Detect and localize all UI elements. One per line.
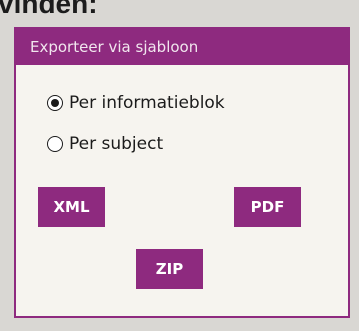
option-label: Per informatieblok (69, 93, 225, 113)
option-per-subject[interactable]: Per subject (47, 134, 163, 154)
xml-button[interactable]: XML (38, 187, 105, 227)
radio-button-checked[interactable] (47, 95, 63, 111)
option-label: Per subject (69, 134, 164, 154)
dialog-title: Exporteer via sjabloon (16, 29, 348, 65)
export-template-dialog: Exporteer via sjabloon Per informatieblo… (14, 27, 350, 318)
pdf-button[interactable]: PDF (234, 187, 301, 227)
zip-button[interactable]: ZIP (136, 249, 203, 289)
option-per-informatieblok[interactable]: Per informatieblok (47, 93, 225, 113)
radio-button-unchecked[interactable] (47, 136, 63, 152)
radio-dot (51, 99, 59, 107)
background-heading: vinden: (0, 0, 98, 19)
